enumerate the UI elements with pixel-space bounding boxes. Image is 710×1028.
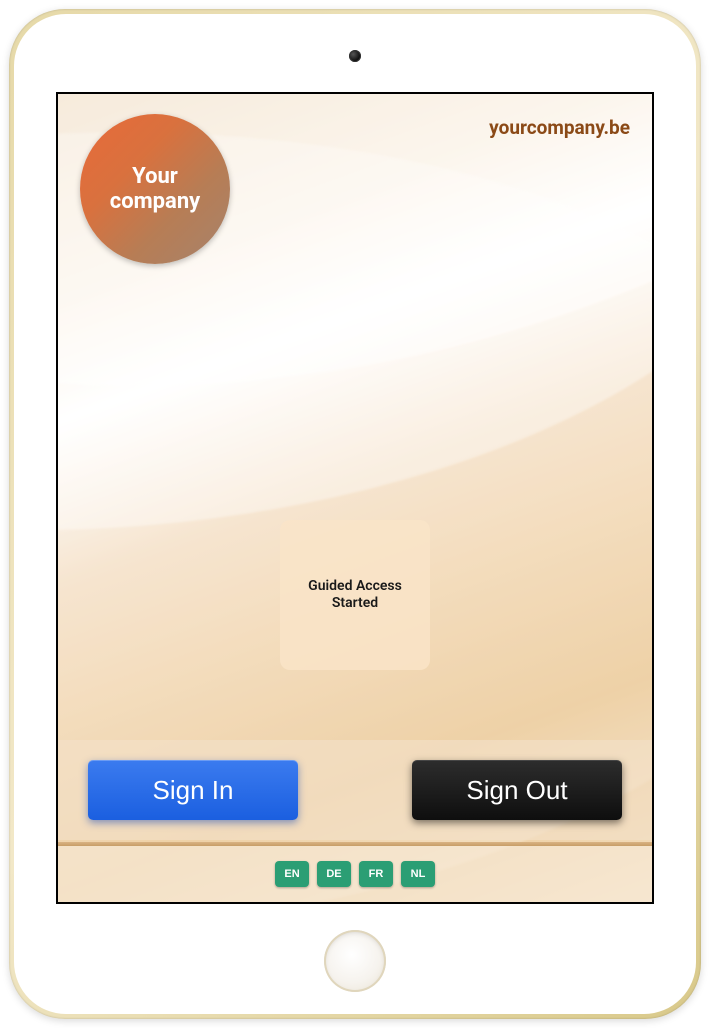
sign-out-button[interactable]: Sign Out	[412, 760, 622, 820]
sign-in-button[interactable]: Sign In	[88, 760, 298, 820]
company-logo: Your company	[80, 114, 230, 264]
language-button-de[interactable]: DE	[317, 861, 351, 887]
language-button-fr[interactable]: FR	[359, 861, 393, 887]
logo-text-line2: company	[110, 189, 201, 214]
tablet-bezel: Your company yourcompany.be Guided Acces…	[14, 14, 696, 1014]
front-camera-icon	[349, 50, 361, 62]
toast-message: Guided Access Started	[294, 578, 416, 613]
action-bar: Sign In Sign Out	[58, 740, 652, 840]
screen: Your company yourcompany.be Guided Acces…	[56, 92, 654, 904]
language-button-nl[interactable]: NL	[401, 861, 435, 887]
tablet-frame: Your company yourcompany.be Guided Acces…	[9, 9, 701, 1019]
language-bar: EN DE FR NL	[58, 846, 652, 902]
home-button[interactable]	[324, 930, 386, 992]
language-button-en[interactable]: EN	[275, 861, 309, 887]
guided-access-toast: Guided Access Started	[280, 520, 430, 670]
website-url: yourcompany.be	[489, 116, 630, 139]
logo-text-line1: Your	[110, 164, 201, 189]
